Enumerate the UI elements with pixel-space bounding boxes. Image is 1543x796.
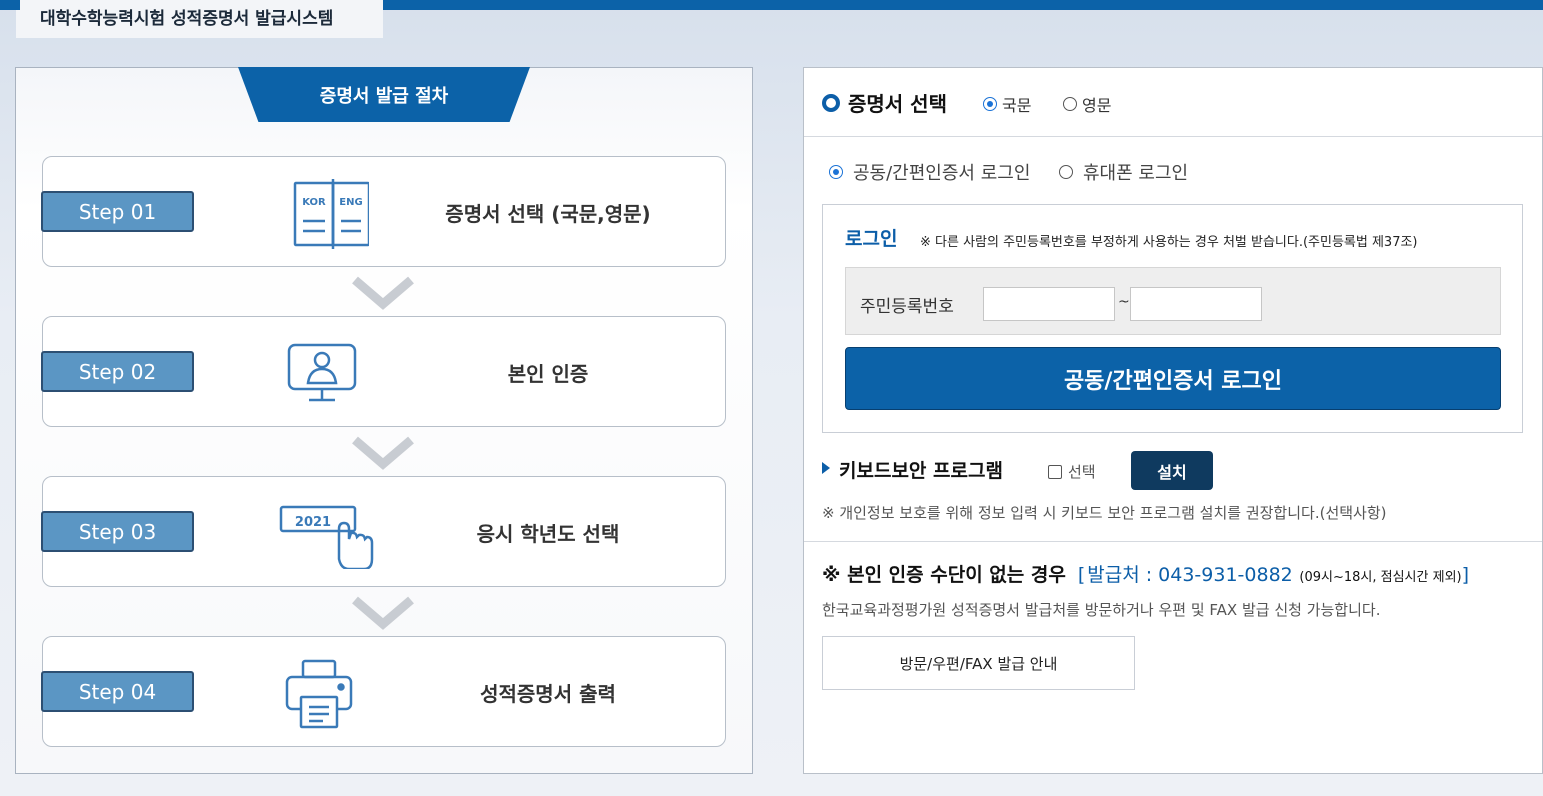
step-badge: Step 01 [41,191,194,232]
keyboard-security-note: ※ 개인정보 보호를 위해 정보 입력 시 키보드 보안 프로그램 설치를 권장… [822,504,1387,522]
monitor-user-icon [279,339,369,409]
no-auth-title: ※ 본인 인증 수단이 없는 경우 [822,564,1066,586]
login-warning: ※ 다른 사람의 주민등록번호를 부정하게 사용하는 경우 처벌 받습니다.(주… [920,235,1418,250]
chevron-down-icon [352,436,414,470]
bracket-close: ] [1461,564,1470,586]
checkbox-icon[interactable] [1048,464,1062,479]
printer-icon [279,659,369,729]
radio-phone-login-label: 휴대폰 로그인 [1083,163,1189,184]
rrn-label: 주민등록번호 [860,297,954,317]
radio-phone-login[interactable]: 휴대폰 로그인 [1059,159,1188,185]
divider [804,541,1542,542]
kor-label: KOR [302,197,326,208]
radio-cert-login-label: 공동/간편인증서 로그인 [853,163,1031,184]
step-label: 응시 학년도 선택 [476,522,620,546]
cert-login-button[interactable]: 공동/간편인증서 로그인 [845,347,1501,410]
visit-mail-fax-guide-button[interactable]: 방문/우편/FAX 발급 안내 [822,636,1135,690]
app-title-text: 대학수학능력시험 성적증명서 발급시스템 [40,9,334,29]
issue-office-phone: 발급처 : 043-931-0882 [1087,564,1293,586]
step-card-3: Step 03 2021 응시 학년도 선택 [41,476,726,587]
radio-selected-icon[interactable] [829,165,843,179]
radio-korean[interactable]: 국문 [983,92,1031,116]
rrn-separator: ~ [1118,294,1130,310]
step-card-1: Step 01 KOR ENG 증명서 선택 (국문,영문) [41,156,726,267]
procedure-title: 증명서 발급 절차 [238,67,530,122]
chevron-down-icon [352,276,414,310]
radio-cert-login[interactable]: 공동/간편인증서 로그인 [829,159,1030,185]
radio-unselected-icon[interactable] [1063,97,1077,111]
step-label: 성적증명서 출력 [480,682,616,706]
step-label: 본인 인증 [507,362,589,386]
eng-label: ENG [339,197,362,208]
rrn-row: 주민등록번호 ~ [845,267,1501,335]
section-ring-icon [822,94,840,112]
step-badge: Step 03 [41,511,194,552]
procedure-panel: 증명서 발급 절차 Step 01 KOR ENG 증명서 선택 (국문,영문) [15,67,753,774]
book-kor-eng-icon: KOR ENG [279,179,371,249]
install-button[interactable]: 설치 [1131,451,1213,490]
certificate-title: 증명서 선택 [848,92,947,116]
radio-english[interactable]: 영문 [1063,92,1111,116]
rrn-front-input[interactable] [983,287,1115,321]
radio-selected-icon[interactable] [983,97,997,111]
chevron-down-icon [352,596,414,630]
bracket-open: [ [1077,564,1086,586]
no-auth-heading: ※ 본인 인증 수단이 없는 경우 [발급처 : 043-931-0882 (09… [822,560,1469,587]
login-panel: 증명서 선택 국문 영문 공동/간편인증서 로그인 휴대폰 로그인 로그인 ※ … [803,67,1543,774]
radio-korean-label: 국문 [1002,96,1032,115]
step-badge: Step 04 [41,671,194,712]
keyboard-security-title: 키보드보안 프로그램 [839,460,1003,482]
year-label: 2021 [295,515,331,530]
radio-unselected-icon[interactable] [1059,165,1073,179]
app-title: 대학수학능력시험 성적증명서 발급시스템 [16,0,383,38]
step-badge: Step 02 [41,351,194,392]
office-hours: (09시~18시, 점심시간 제외) [1299,570,1462,585]
login-box: 로그인 ※ 다른 사람의 주민등록번호를 부정하게 사용하는 경우 처벌 받습니… [822,204,1523,433]
no-auth-description: 한국교육과정평가원 성적증명서 발급처를 방문하거나 우편 및 FAX 발급 신… [822,601,1381,619]
triangle-right-icon [822,462,830,474]
certificate-select-section: 증명서 선택 국문 영문 [804,68,1542,137]
step-card-2: Step 02 본인 인증 [41,316,726,427]
step-card-4: Step 04 성적증명서 출력 [41,636,726,747]
keyboard-security-checkbox[interactable]: 선택 [1048,461,1096,482]
radio-english-label: 영문 [1082,96,1112,115]
keyboard-security-checkbox-label: 선택 [1068,463,1096,481]
keyboard-security-row: 키보드보안 프로그램 선택 설치 [822,451,1522,491]
step-label: 증명서 선택 (국문,영문) [445,202,651,226]
hand-click-icon: 2021 [279,499,374,571]
login-title: 로그인 [845,228,898,250]
rrn-back-input[interactable] [1130,287,1262,321]
title-mark [16,0,20,10]
